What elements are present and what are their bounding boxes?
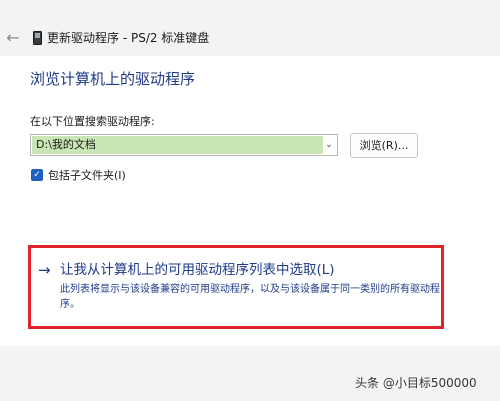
page-title: 浏览计算机上的驱动程序 — [30, 70, 196, 88]
search-location-input[interactable]: D:\我的文档 — [32, 136, 323, 154]
pick-from-list-description: 此列表将显示与该设备兼容的可用驱动程序，以及与该设备属于同一类别的所有驱动程序。 — [60, 284, 440, 310]
watermark-text: 头条 @小目标500000 — [355, 376, 477, 390]
title-bar: ← 更新驱动程序 - PS/2 标准键盘 — [0, 0, 500, 56]
chevron-down-icon[interactable]: ⌄ — [323, 136, 335, 154]
pick-from-list-title[interactable]: 让我从计算机上的可用驱动程序列表中选取(L) — [60, 260, 335, 280]
include-subfolders-checkbox[interactable]: ✓ — [31, 169, 43, 181]
browse-button[interactable]: 浏览(R)... — [350, 133, 418, 158]
back-arrow-icon[interactable]: ← — [4, 29, 22, 47]
search-location-label: 在以下位置搜索驱动程序: — [30, 115, 155, 128]
arrow-right-icon: → — [38, 261, 51, 279]
window-title: 更新驱动程序 - PS/2 标准键盘 — [47, 31, 210, 45]
checkmark-icon: ✓ — [33, 170, 41, 180]
update-driver-window: ← 更新驱动程序 - PS/2 标准键盘 浏览计算机上的驱动程序 在以下位置搜索… — [0, 0, 500, 401]
dialog-content: 浏览计算机上的驱动程序 在以下位置搜索驱动程序: D:\我的文档 ⌄ 浏览(R)… — [0, 56, 500, 346]
include-subfolders-label[interactable]: 包括子文件夹(I) — [48, 167, 126, 183]
pick-from-list-option[interactable]: → 让我从计算机上的可用驱动程序列表中选取(L) 此列表将显示与该设备兼容的可用… — [28, 245, 444, 329]
dialog-footer: 头条 @小目标500000 — [0, 346, 500, 401]
device-icon — [33, 31, 42, 45]
search-location-combo[interactable]: D:\我的文档 ⌄ — [30, 134, 338, 156]
